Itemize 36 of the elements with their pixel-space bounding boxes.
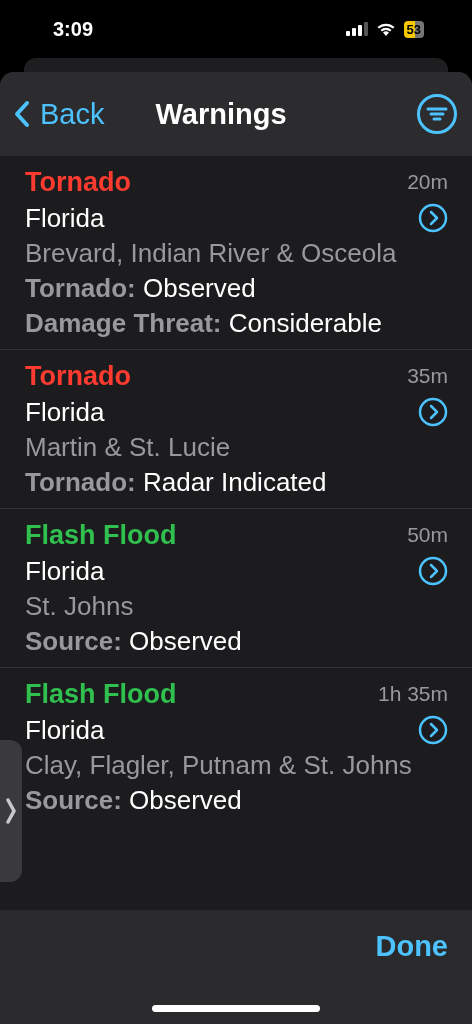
- chevron-right-icon: [6, 798, 16, 824]
- signal-icon: [345, 22, 368, 36]
- screen-title: Warnings: [155, 97, 287, 131]
- warning-detail: Source: Observed: [25, 784, 243, 817]
- warning-age: 35m: [407, 364, 448, 388]
- warning-title: Tornado: [25, 166, 131, 198]
- warning-age: 20m: [407, 170, 448, 194]
- warning-detail: Source: Observed: [25, 625, 243, 658]
- warning-counties: St. Johns: [25, 590, 135, 623]
- chevron-circle-icon[interactable]: [418, 397, 448, 427]
- warning-title: Flash Flood: [25, 519, 177, 551]
- chevron-circle-icon[interactable]: [418, 715, 448, 745]
- warning-title: Tornado: [25, 360, 131, 392]
- warning-state: Florida: [25, 713, 105, 747]
- warning-age: 50m: [407, 523, 448, 547]
- warning-title: Flash Flood: [25, 678, 177, 710]
- warning-age: 1h 35m: [377, 682, 448, 706]
- back-button[interactable]: Back: [14, 97, 105, 131]
- wifi-icon: [375, 22, 396, 36]
- status-time: 3:09: [53, 17, 94, 41]
- warning-state: Florida: [25, 395, 105, 429]
- chevron-left-icon: [14, 100, 30, 128]
- warning-detail: Damage Threat: Considerable: [25, 307, 383, 340]
- warning-state: Florida: [25, 201, 105, 235]
- warning-detail: Tornado: Radar Indicated: [25, 466, 328, 499]
- chevron-circle-icon[interactable]: [418, 203, 448, 233]
- chevron-circle-icon[interactable]: [418, 556, 448, 586]
- warning-detail: Tornado: Observed: [25, 272, 257, 305]
- battery-indicator: 53: [403, 20, 424, 38]
- done-button[interactable]: Done: [375, 930, 448, 963]
- side-tab[interactable]: [0, 740, 22, 882]
- warning-counties: Martin & St. Lucie: [25, 431, 232, 464]
- filter-icon[interactable]: [416, 93, 458, 135]
- warning-state: Florida: [25, 554, 105, 588]
- warning-counties: Brevard, Indian River & Osceola: [25, 237, 398, 270]
- warning-counties: Clay, Flagler, Putnam & St. Johns: [25, 749, 413, 782]
